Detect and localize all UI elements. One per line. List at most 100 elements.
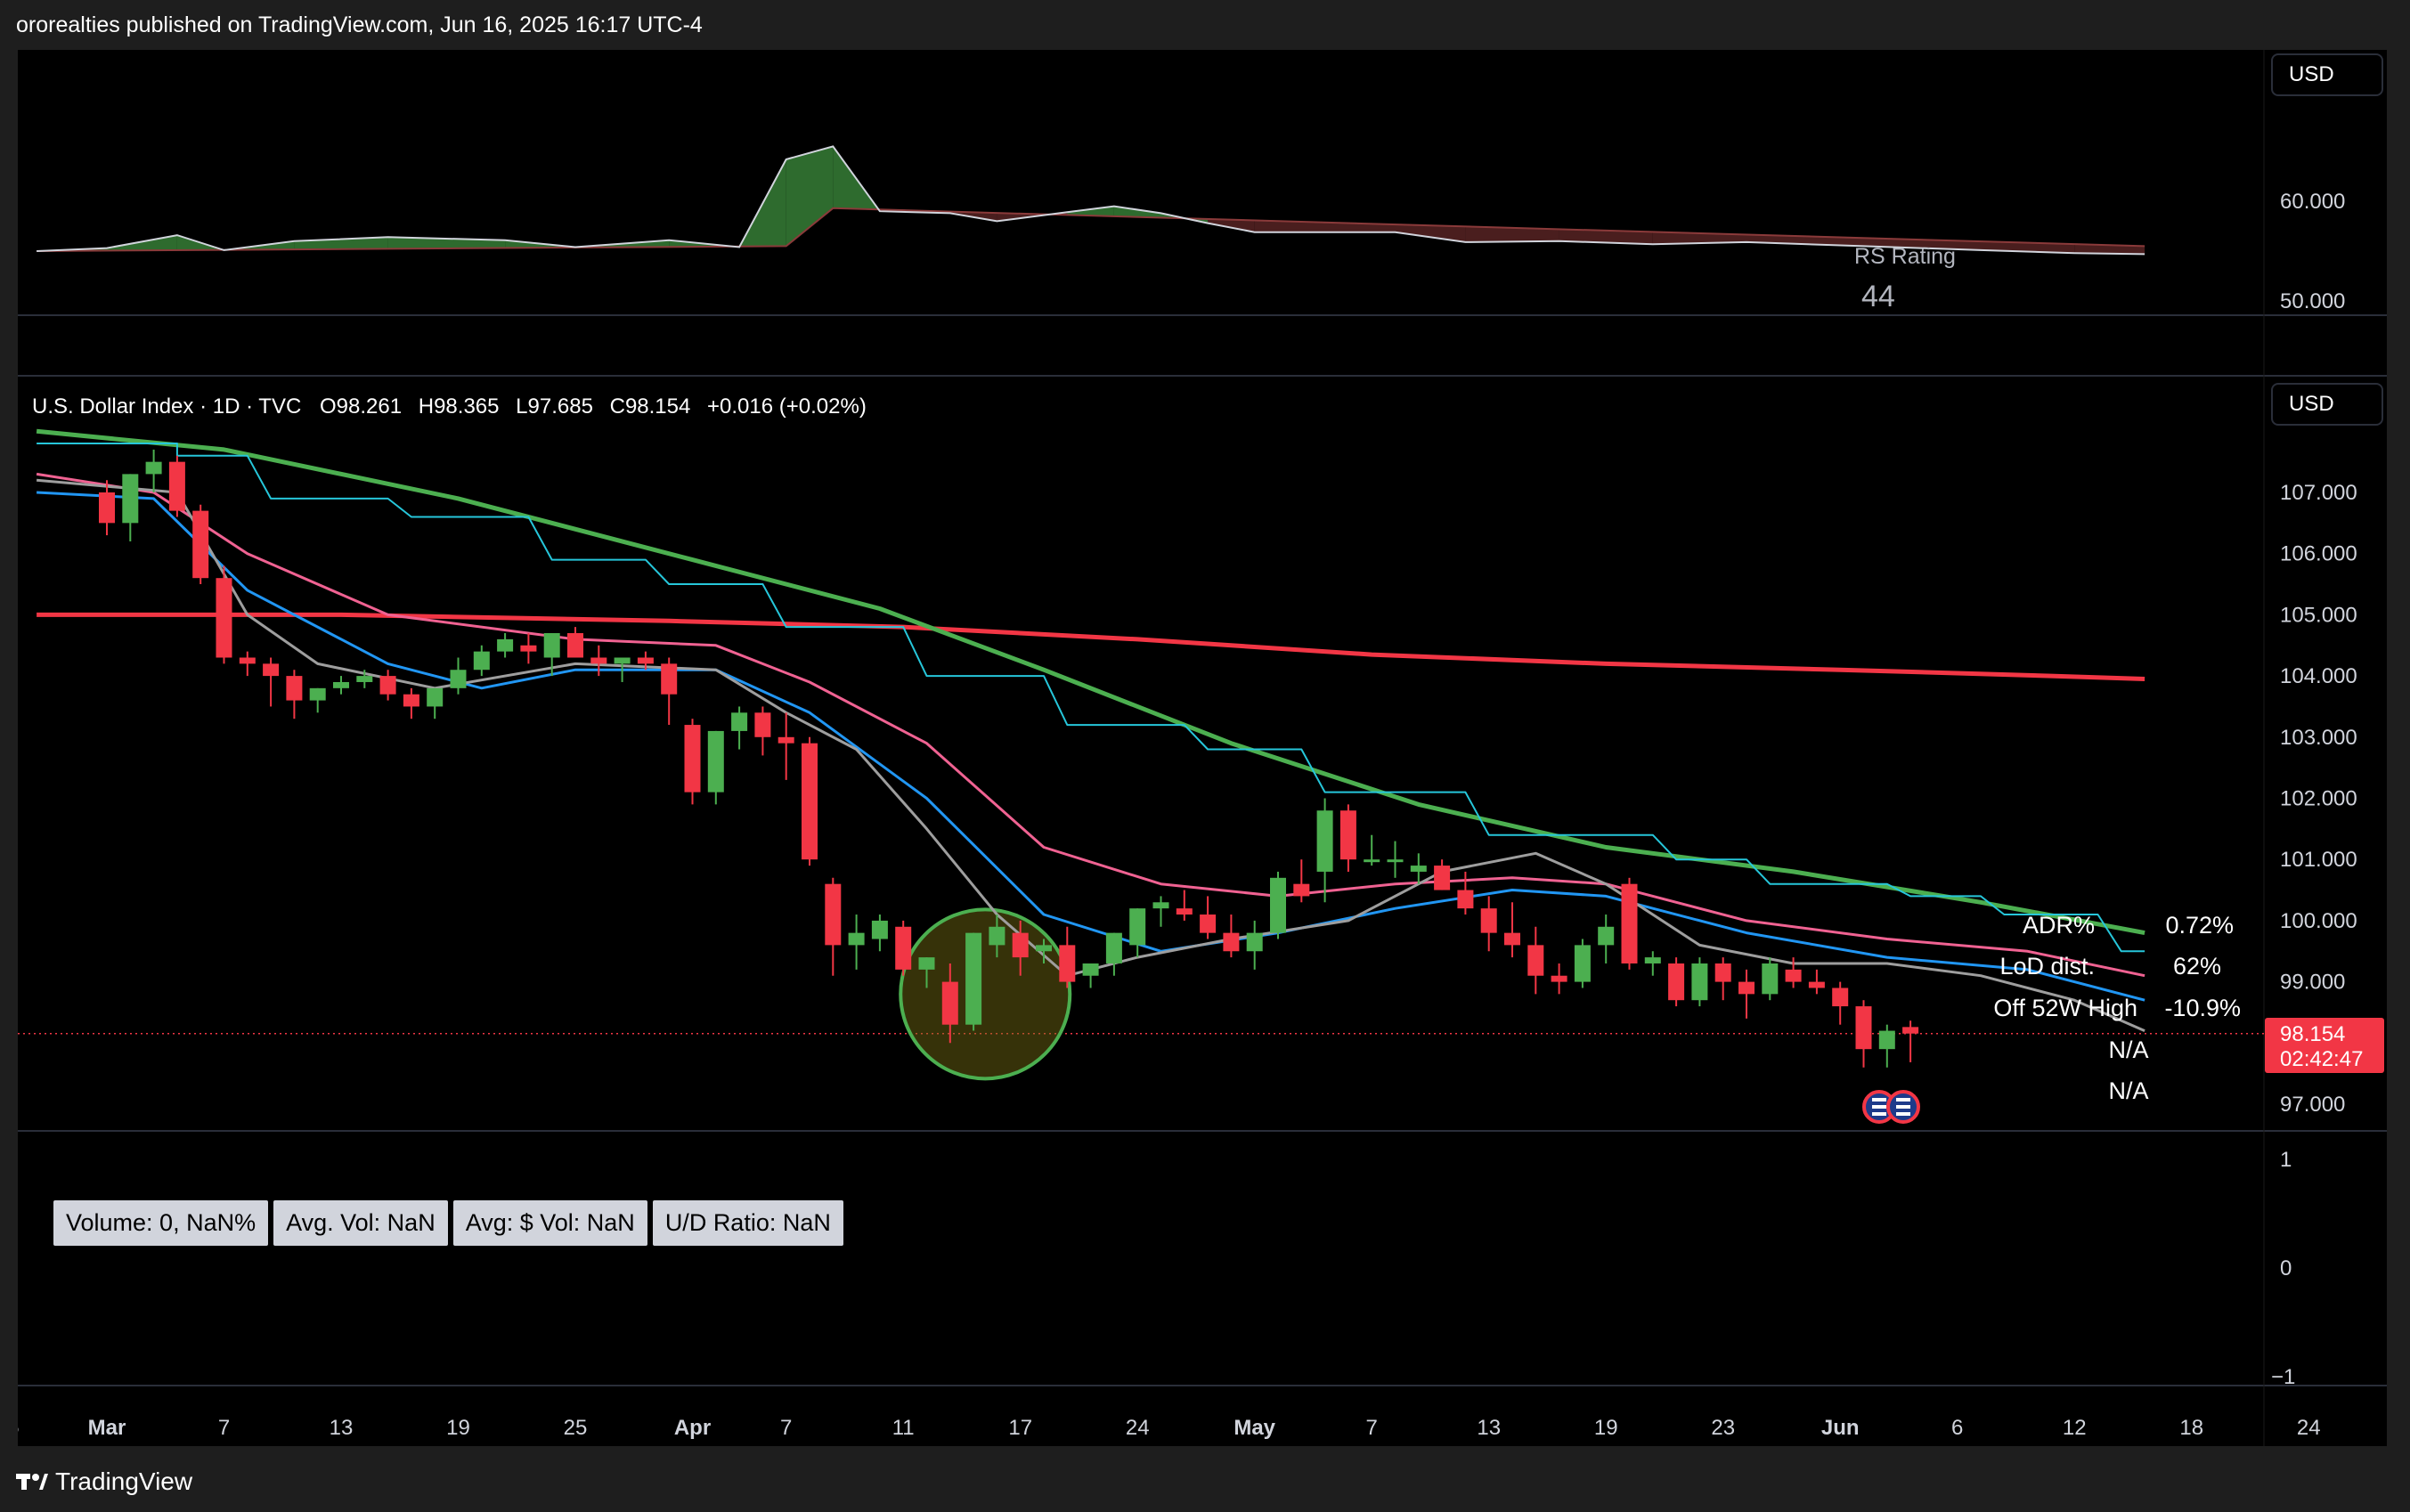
price-axis-tick: 102.000 xyxy=(2280,787,2357,811)
stats-label: ADR% xyxy=(2023,912,2095,939)
ud-ratio-stat: U/D Ratio: NaN xyxy=(652,1200,843,1246)
candle-body xyxy=(1762,963,1779,995)
time-axis-tick: 5 xyxy=(18,1416,19,1440)
footer-brand: TradingView xyxy=(55,1467,193,1495)
candle-body xyxy=(1059,945,1076,982)
candle-body xyxy=(145,461,162,475)
candle-body xyxy=(1434,866,1451,890)
publisher-line: ororealties published on TradingView.com… xyxy=(16,12,703,37)
candle-body xyxy=(427,687,444,707)
legend-low-value: 97.685 xyxy=(528,394,593,419)
legend-open-label: O xyxy=(320,394,337,419)
candle-body xyxy=(1644,957,1661,963)
chart-area[interactable]: 60.000 50.000 5 Mar 7 13 19 25 Apr 7 11 17 24 May 7 13… xyxy=(7,50,2387,1446)
candle-body xyxy=(1832,988,1849,1007)
price-axis-tick: 105.000 xyxy=(2280,603,2357,627)
last-price-value: 98.154 xyxy=(2280,1022,2345,1046)
candle-body xyxy=(1480,908,1497,933)
candle-body xyxy=(1387,859,1404,863)
last-price-tag: 98.154 02:42:47 xyxy=(2265,1018,2384,1073)
us-flag-icon[interactable] xyxy=(1886,1090,1920,1124)
candle-body xyxy=(1223,932,1240,952)
legend-change: +0.016 (+0.02%) xyxy=(707,394,867,419)
candle-body xyxy=(1808,981,1825,988)
candle-body xyxy=(1738,981,1755,995)
time-axis-tick: 13 xyxy=(1477,1416,1501,1440)
candle-body xyxy=(802,743,818,860)
avg-dollar-volume-stat: Avg: $ Vol: NaN xyxy=(452,1200,647,1246)
candle-body xyxy=(356,676,373,682)
candle-body xyxy=(707,730,724,793)
candle-body xyxy=(286,676,303,701)
candle-body xyxy=(989,926,1006,946)
legend-open-value: 98.261 xyxy=(337,394,402,419)
candle-body xyxy=(1457,890,1474,909)
last-price-countdown: 02:42:47 xyxy=(2280,1047,2363,1071)
volume-stat: Volume: 0, NaN% xyxy=(53,1200,269,1246)
tradingview-logo-icon xyxy=(16,1474,48,1490)
time-axis-tick: Apr xyxy=(674,1416,711,1440)
rs-pane: 60.000 50.000 xyxy=(37,145,2345,313)
candle-body xyxy=(1410,866,1427,872)
time-axis-tick: 23 xyxy=(1711,1416,1735,1440)
candle-body xyxy=(1152,902,1169,909)
stats-value: N/A xyxy=(2108,1077,2148,1104)
legend-close-value: 98.154 xyxy=(625,394,690,419)
avg-volume-stat: Avg. Vol: NaN xyxy=(273,1200,448,1246)
time-axis-tick: 25 xyxy=(564,1416,588,1440)
volume-stats-row: Volume: 0, NaN% Avg. Vol: NaN Avg: $ Vol… xyxy=(53,1200,843,1246)
candle-body xyxy=(1270,877,1286,933)
price-axis-tick: 107.000 xyxy=(2280,481,2357,505)
candle-body xyxy=(263,663,280,677)
price-axis-tick: 99.000 xyxy=(2280,971,2345,995)
legend-low-label: L xyxy=(516,394,527,419)
candle-body xyxy=(614,657,631,664)
rs-rating-label: RS Rating xyxy=(1854,244,1956,269)
currency-button-top[interactable]: USD xyxy=(2271,53,2383,96)
candle-body xyxy=(1598,926,1615,946)
candle-body xyxy=(497,638,514,652)
candle-body xyxy=(1527,945,1544,976)
time-axis: 5 Mar 7 13 19 25 Apr 7 11 17 24 May 7 13 19 23 Jun 6 12 18 2… xyxy=(7,1416,2320,1440)
candle-body xyxy=(684,725,701,793)
candle-body xyxy=(1339,810,1356,860)
currency-button-main[interactable]: USD xyxy=(2271,383,2383,426)
stats-value: 0.72% xyxy=(2165,912,2234,939)
time-axis-tick: 6 xyxy=(1951,1416,1963,1440)
chart-legend: U.S. Dollar Index · 1D · TVC O98.261 H98… xyxy=(32,394,867,419)
time-axis-tick: 7 xyxy=(1366,1416,1378,1440)
vol-axis-tick: 0 xyxy=(2280,1256,2292,1280)
time-axis-tick: 18 xyxy=(2179,1416,2203,1440)
candle-body xyxy=(99,492,115,524)
candle-body xyxy=(333,681,349,688)
rs-axis-tick: 60.000 xyxy=(2280,190,2345,214)
footer[interactable]: TradingView xyxy=(16,1467,192,1496)
stats-value: 62% xyxy=(2173,953,2221,980)
series-50-day-ma xyxy=(36,428,2145,936)
candle-body xyxy=(1878,1030,1895,1050)
time-axis-tick: 11 xyxy=(892,1416,915,1440)
candle-body xyxy=(1246,932,1263,952)
time-axis-tick: 13 xyxy=(330,1416,354,1440)
candle-body xyxy=(1574,945,1591,982)
legend-high-label: H xyxy=(419,394,434,419)
highlight-circle xyxy=(899,907,1072,1081)
candle-body xyxy=(543,633,560,658)
time-axis-tick: 19 xyxy=(446,1416,470,1440)
candle-body xyxy=(309,687,326,701)
time-axis-tick: May xyxy=(1233,1416,1275,1440)
rs-axis-tick: 50.000 xyxy=(2280,289,2345,313)
candle-body xyxy=(1105,932,1122,963)
time-axis-tick: 12 xyxy=(2063,1416,2087,1440)
candle-body xyxy=(520,645,537,652)
candle-body xyxy=(1714,963,1731,982)
stats-label: LoD dist. xyxy=(1999,953,2095,980)
candle-body xyxy=(1902,1027,1919,1034)
candle-body xyxy=(473,651,490,671)
vol-axis-tick: 1 xyxy=(2280,1148,2292,1172)
candle-body xyxy=(403,694,419,707)
price-axis-tick: 100.000 xyxy=(2280,909,2357,933)
candle-body xyxy=(895,926,912,970)
time-axis-tick: 19 xyxy=(1594,1416,1618,1440)
stats-label: Off 52W High xyxy=(1993,995,2137,1021)
